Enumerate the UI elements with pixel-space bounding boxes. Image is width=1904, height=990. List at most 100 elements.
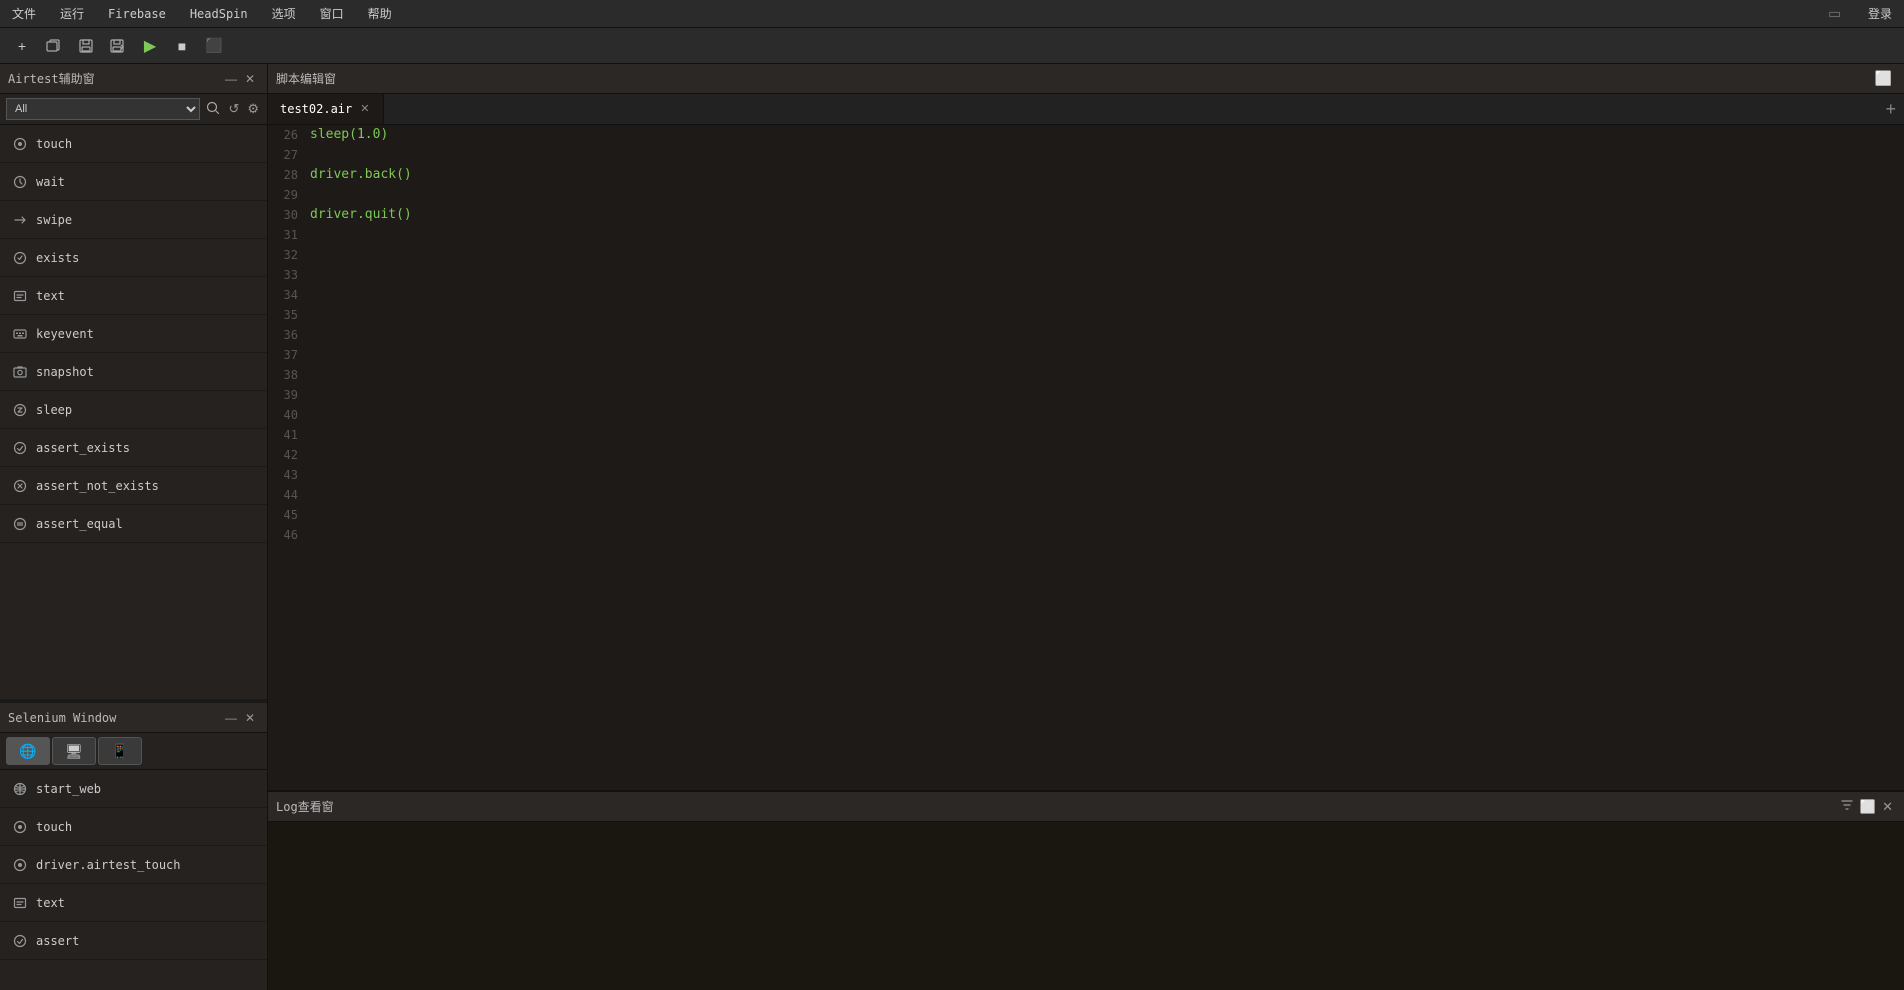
assert-equal-icon xyxy=(12,516,28,532)
sidebar-item-label-text: text xyxy=(36,289,65,303)
search-select[interactable]: All xyxy=(6,98,200,120)
sidebar-item-assert-exists[interactable]: assert_exists xyxy=(0,429,267,467)
log-content xyxy=(268,822,1904,990)
save-button[interactable] xyxy=(72,32,100,60)
code-line-34: 34 xyxy=(268,285,1904,305)
sidebar-item-label-assert-exists: assert_exists xyxy=(36,441,130,455)
line-number-29: 29 xyxy=(268,185,310,205)
editor-header: 脚本编辑窗 ⬜ xyxy=(268,64,1904,94)
line-content-30: driver.quit() xyxy=(310,205,1904,225)
sidebar-item-wait[interactable]: wait xyxy=(0,163,267,201)
code-line-39: 39 xyxy=(268,385,1904,405)
menu-run[interactable]: 运行 xyxy=(56,3,88,24)
editor-expand-btn[interactable]: ⬜ xyxy=(1871,68,1896,89)
sidebar-item-label-wait: wait xyxy=(36,175,65,189)
sidebar-item-label-exists: exists xyxy=(36,251,79,265)
selenium-panel-close[interactable]: ✕ xyxy=(241,709,259,727)
search-add-btn[interactable] xyxy=(204,99,222,120)
sidebar-item-touch[interactable]: touch xyxy=(0,125,267,163)
menu-headspin[interactable]: HeadSpin xyxy=(186,5,252,23)
menu-help[interactable]: 帮助 xyxy=(364,3,396,24)
sidebar-item-exists[interactable]: exists xyxy=(0,239,267,277)
line-content-44 xyxy=(310,485,1904,505)
selenium-item-driver-airtest-touch[interactable]: driver.airtest_touch xyxy=(0,846,267,884)
selenium-item-touch[interactable]: touch xyxy=(0,808,267,846)
sidebar-item-label-keyevent: keyevent xyxy=(36,327,94,341)
touch-icon xyxy=(12,136,28,152)
line-number-36: 36 xyxy=(268,325,310,345)
new-button[interactable]: + xyxy=(8,32,36,60)
code-line-38: 38 xyxy=(268,365,1904,385)
sidebar-item-assert-equal[interactable]: assert_equal xyxy=(0,505,267,543)
selenium-item-text[interactable]: text xyxy=(0,884,267,922)
sidebar-item-sleep[interactable]: sleep xyxy=(0,391,267,429)
selenium-item-label-assert: assert xyxy=(36,934,79,948)
window-icon: ▭ xyxy=(1829,3,1840,24)
code-line-33: 33 xyxy=(268,265,1904,285)
selenium-tab-devices[interactable]: 📱 xyxy=(98,737,142,765)
editor-tab-label: test02.air xyxy=(280,102,352,116)
editor-tabs: test02.air ✕ + xyxy=(268,94,1904,125)
search-refresh-btn[interactable]: ↺ xyxy=(226,99,241,119)
log-expand-btn[interactable]: ⬜ xyxy=(1857,799,1879,815)
editor-header-title: 脚本编辑窗 xyxy=(276,70,336,87)
sidebar-item-snapshot[interactable]: snapshot xyxy=(0,353,267,391)
menu-options[interactable]: 选项 xyxy=(268,3,300,24)
sidebar-item-swipe[interactable]: swipe xyxy=(0,201,267,239)
code-line-46: 46 xyxy=(268,525,1904,545)
editor-tab-close[interactable]: ✕ xyxy=(358,104,371,115)
code-editor[interactable]: 26 sleep(1.0) 27 28 driver.back() 29 30 … xyxy=(268,125,1904,790)
selenium-panel-header: Selenium Window — ✕ xyxy=(0,703,267,733)
log-close-btn[interactable]: ✕ xyxy=(1879,799,1896,815)
menu-window[interactable]: 窗口 xyxy=(316,3,348,24)
search-bar: All ↺ ⚙ xyxy=(0,94,267,125)
open-button[interactable] xyxy=(40,32,68,60)
sidebar-item-label-swipe: swipe xyxy=(36,213,72,227)
menu-firebase[interactable]: Firebase xyxy=(104,5,170,23)
log-filter-btn[interactable] xyxy=(1837,798,1857,815)
line-number-38: 38 xyxy=(268,365,310,385)
airtest-panel-close[interactable]: ✕ xyxy=(241,70,259,88)
selenium-panel-minimize[interactable]: — xyxy=(221,709,241,727)
airtest-panel-header: Airtest辅助窗 — ✕ xyxy=(0,64,267,94)
line-content-46 xyxy=(310,525,1904,545)
stop-button[interactable]: ■ xyxy=(168,32,196,60)
sidebar-item-text[interactable]: text xyxy=(0,277,267,315)
code-line-41: 41 xyxy=(268,425,1904,445)
sidebar-item-keyevent[interactable]: keyevent xyxy=(0,315,267,353)
sleep-icon xyxy=(12,402,28,418)
airtest-panel-minimize[interactable]: — xyxy=(221,70,241,88)
line-content-32 xyxy=(310,245,1904,265)
selenium-item-list: start_web touch driver.airtest_touch xyxy=(0,770,267,990)
run-button[interactable]: ▶ xyxy=(136,32,164,60)
record-button[interactable]: ⬛ xyxy=(200,32,228,60)
line-content-42 xyxy=(310,445,1904,465)
selenium-tab-globe[interactable]: 🌐 xyxy=(6,737,50,765)
exists-icon xyxy=(12,250,28,266)
selenium-tab-screen[interactable]: 🖥 xyxy=(52,737,96,765)
line-content-40 xyxy=(310,405,1904,425)
line-number-40: 40 xyxy=(268,405,310,425)
selenium-item-assert[interactable]: assert xyxy=(0,922,267,960)
sidebar-item-label-touch: touch xyxy=(36,137,72,151)
menu-login[interactable]: 登录 xyxy=(1864,3,1896,24)
line-number-27: 27 xyxy=(268,145,310,165)
line-content-31 xyxy=(310,225,1904,245)
code-line-28: 28 driver.back() xyxy=(268,165,1904,185)
menu-bar: 文件 运行 Firebase HeadSpin 选项 窗口 帮助 ▭ 登录 xyxy=(0,0,1904,28)
editor-tab-add[interactable]: + xyxy=(1877,99,1904,120)
sidebar-item-assert-not-exists[interactable]: assert_not_exists xyxy=(0,467,267,505)
line-content-36 xyxy=(310,325,1904,345)
code-line-35: 35 xyxy=(268,305,1904,325)
line-number-37: 37 xyxy=(268,345,310,365)
menu-file[interactable]: 文件 xyxy=(8,3,40,24)
selenium-item-start-web[interactable]: start_web xyxy=(0,770,267,808)
line-content-27 xyxy=(310,145,1904,165)
saveas-button[interactable] xyxy=(104,32,132,60)
selenium-item-label-start-web: start_web xyxy=(36,782,101,796)
editor-tab-test02[interactable]: test02.air ✕ xyxy=(268,94,384,124)
code-line-40: 40 xyxy=(268,405,1904,425)
assert-exists-icon xyxy=(12,440,28,456)
sidebar-item-label-snapshot: snapshot xyxy=(36,365,94,379)
search-settings-btn[interactable]: ⚙ xyxy=(245,99,261,119)
